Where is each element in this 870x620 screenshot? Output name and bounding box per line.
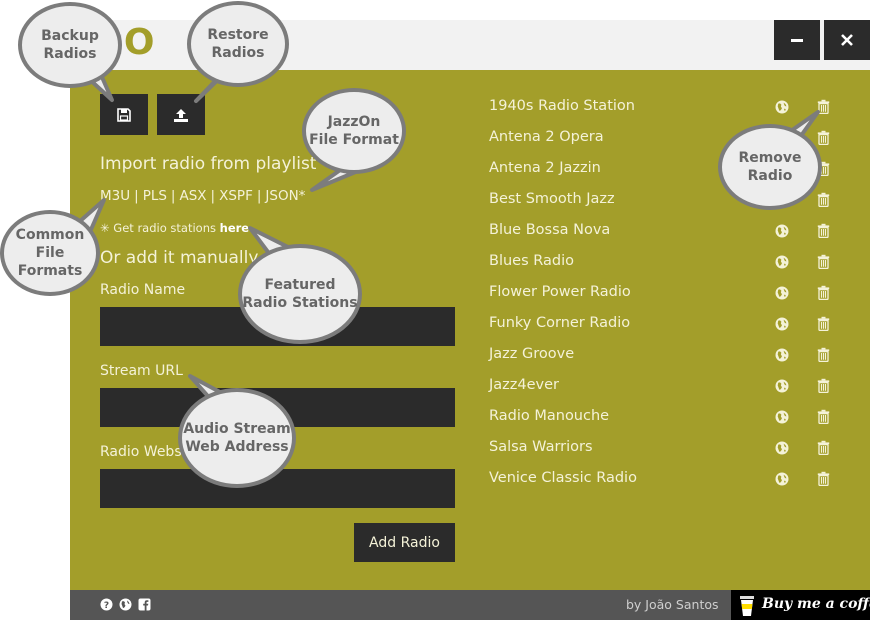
format-json-link[interactable]: JSON* (265, 188, 305, 204)
open-website-globe-icon[interactable] (775, 410, 789, 424)
callout-remove-radio: Remove Radio (718, 124, 822, 210)
station-row: Jazz4ever (489, 377, 839, 397)
station-name[interactable]: Funky Corner Radio (489, 315, 630, 331)
minimize-button[interactable] (774, 20, 820, 60)
open-website-globe-icon[interactable] (775, 255, 789, 269)
remove-radio-trash-icon[interactable] (817, 285, 830, 300)
remove-radio-trash-icon[interactable] (817, 440, 830, 455)
station-row: Flower Power Radio (489, 284, 839, 304)
station-name[interactable]: Antena 2 Opera (489, 129, 604, 145)
backup-radios-button[interactable] (100, 94, 148, 135)
station-name[interactable]: Flower Power Radio (489, 284, 631, 300)
open-website-globe-icon[interactable] (775, 472, 789, 486)
buy-me-a-coffee-button[interactable]: Buy me a coffee (731, 590, 870, 620)
station-row: Jazz Groove (489, 346, 839, 366)
open-website-globe-icon[interactable] (775, 348, 789, 362)
station-name[interactable]: Jazz4ever (489, 377, 559, 393)
footer: ? by João Santos Buy me a coffee (70, 590, 870, 620)
station-name[interactable]: Antena 2 Jazzin (489, 160, 601, 176)
station-name[interactable]: Blues Radio (489, 253, 574, 269)
station-name[interactable]: Best Smooth Jazz (489, 191, 615, 207)
remove-radio-trash-icon[interactable] (817, 409, 830, 424)
remove-radio-trash-icon[interactable] (817, 471, 830, 486)
add-radio-button[interactable]: Add Radio (354, 523, 455, 562)
remove-radio-trash-icon[interactable] (817, 192, 830, 207)
manual-title: Or add it manually (100, 248, 259, 268)
floppy-disk-icon (117, 107, 131, 122)
station-name[interactable]: Radio Manouche (489, 408, 609, 424)
open-website-globe-icon[interactable] (775, 379, 789, 393)
format-asx-link[interactable]: ASX (179, 188, 206, 204)
station-name[interactable]: 1940s Radio Station (489, 98, 635, 114)
station-name[interactable]: Jazz Groove (489, 346, 574, 362)
format-pls-link[interactable]: PLS (143, 188, 167, 204)
station-row: Blues Radio (489, 253, 839, 273)
callout-backup-radios: Backup Radios (18, 2, 122, 88)
close-button[interactable] (824, 20, 870, 60)
station-name[interactable]: Venice Classic Radio (489, 470, 637, 486)
close-icon (841, 34, 853, 46)
import-title: Import radio from playlist (100, 154, 317, 174)
station-row: 1940s Radio Station (489, 98, 839, 118)
globe-icon[interactable] (119, 598, 132, 611)
upload-icon (174, 108, 188, 122)
get-stations-link[interactable]: here (220, 221, 249, 235)
open-website-globe-icon[interactable] (775, 286, 789, 300)
station-row: Salsa Warriors (489, 439, 839, 459)
help-icon[interactable]: ? (100, 598, 113, 611)
get-stations-text: ✳ Get radio stations here (100, 221, 250, 235)
station-name[interactable]: Salsa Warriors (489, 439, 593, 455)
callout-jazzon-file-format: JazzOn File Format (302, 88, 406, 174)
remove-radio-trash-icon[interactable] (817, 130, 830, 145)
station-name[interactable]: Blue Bossa Nova (489, 222, 610, 238)
format-xspf-link[interactable]: XSPF (219, 188, 253, 204)
remove-radio-trash-icon[interactable] (817, 316, 830, 331)
facebook-icon[interactable] (138, 598, 151, 611)
station-row: Venice Classic Radio (489, 470, 839, 490)
open-website-globe-icon[interactable] (775, 100, 789, 114)
remove-radio-trash-icon[interactable] (817, 223, 830, 238)
author-credit: by João Santos (626, 597, 719, 612)
remove-radio-trash-icon[interactable] (817, 378, 830, 393)
app-window: zzO Import radio from playlist M3U|PLS|A… (0, 0, 870, 620)
station-row: Blue Bossa Nova (489, 222, 839, 242)
svg-text:?: ? (104, 601, 109, 611)
coffee-cup-icon (740, 596, 754, 616)
remove-radio-trash-icon[interactable] (817, 254, 830, 269)
callout-audio-stream-web-address: Audio Stream Web Address (178, 388, 296, 488)
restore-radios-button[interactable] (157, 94, 205, 135)
callout-featured-radio-stations: Featured Radio Stations (238, 244, 362, 344)
file-format-links: M3U | PLS | ASX | XSPF | JSON* (100, 188, 306, 204)
open-website-globe-icon[interactable] (775, 224, 789, 238)
radio-name-label: Radio Name (100, 282, 186, 298)
stream-url-label: Stream URL (100, 363, 183, 379)
radio-website-label: Radio Webs (100, 444, 182, 460)
minus-icon (791, 39, 803, 42)
radio-website-input[interactable] (100, 469, 455, 508)
remove-radio-trash-icon[interactable] (817, 99, 830, 114)
callout-common-file-formats: Common File Formats (0, 210, 100, 296)
open-website-globe-icon[interactable] (775, 317, 789, 331)
station-row: Funky Corner Radio (489, 315, 839, 335)
remove-radio-trash-icon[interactable] (817, 347, 830, 362)
open-website-globe-icon[interactable] (775, 441, 789, 455)
station-row: Radio Manouche (489, 408, 839, 428)
callout-restore-radios: Restore Radios (187, 1, 289, 87)
format-m3u-link[interactable]: M3U (100, 188, 130, 204)
